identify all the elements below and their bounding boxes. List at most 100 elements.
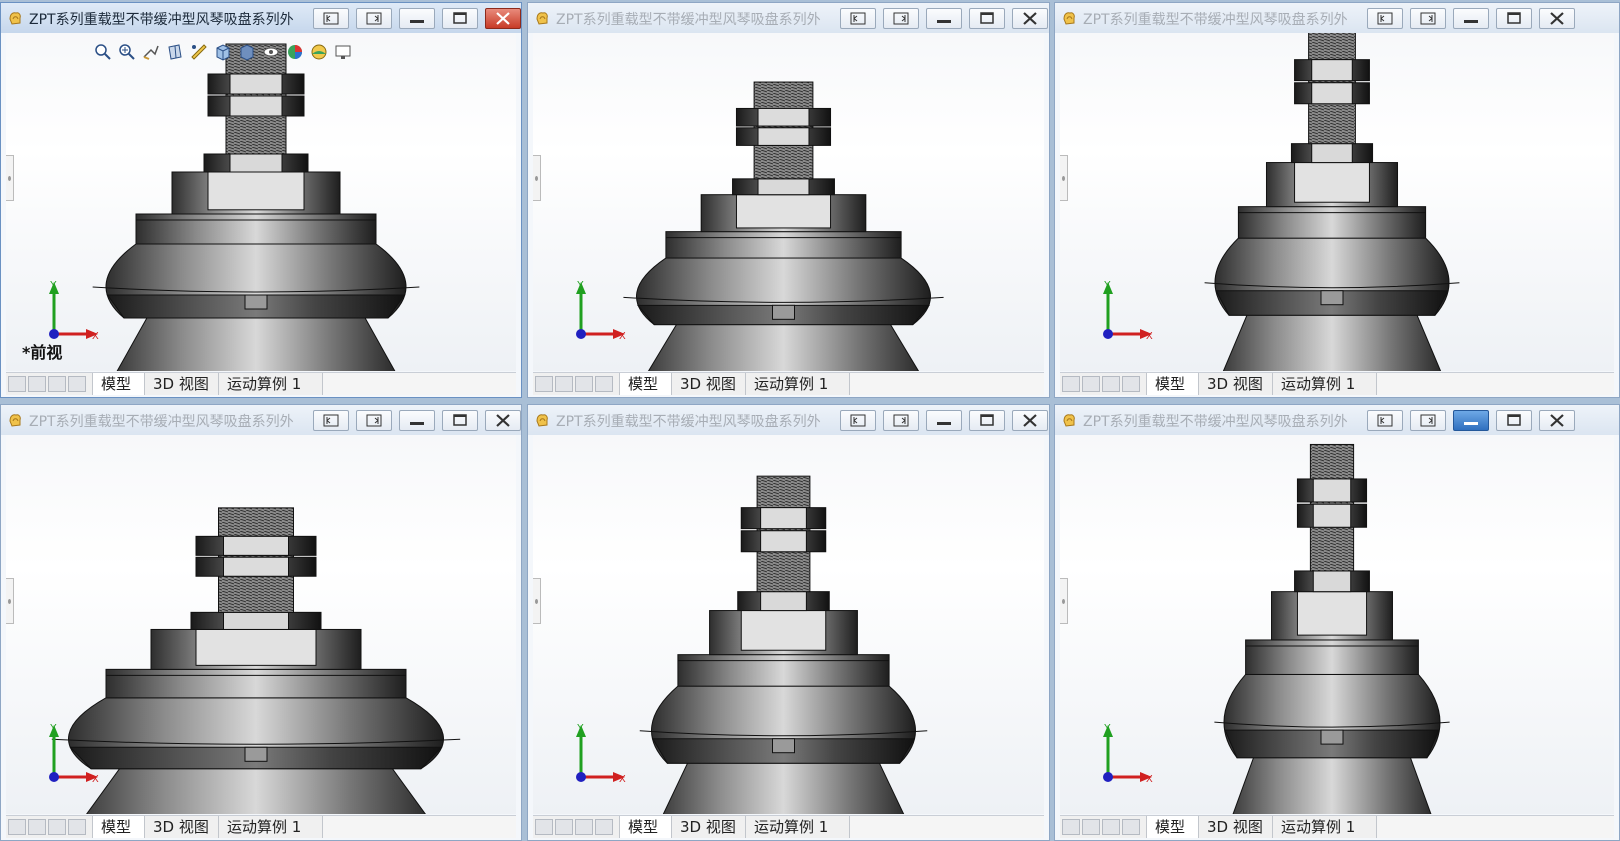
minimize-button[interactable] <box>1453 410 1489 431</box>
section-view-icon[interactable] <box>165 42 185 62</box>
last-tab-button[interactable] <box>68 819 86 835</box>
tab-motion-study[interactable]: 运动算例 1 <box>1272 816 1376 838</box>
tab-3d-view[interactable]: 3D 视图 <box>671 373 745 395</box>
view-orientation-icon[interactable] <box>213 42 233 62</box>
previous-view-icon[interactable] <box>141 42 161 62</box>
tile-left-button[interactable] <box>840 8 876 29</box>
feature-manager-flyout-tab[interactable] <box>1060 155 1068 201</box>
next-tab-button[interactable] <box>575 819 593 835</box>
previous-tab-button[interactable] <box>28 819 46 835</box>
first-tab-button[interactable] <box>8 819 26 835</box>
zoom-to-area-icon[interactable] <box>117 42 137 62</box>
previous-tab-button[interactable] <box>28 376 46 392</box>
tab-3d-view[interactable]: 3D 视图 <box>1198 373 1272 395</box>
tab-model[interactable]: 模型 <box>619 373 671 395</box>
minimize-button[interactable] <box>926 410 962 431</box>
close-button[interactable] <box>485 410 521 431</box>
first-tab-button[interactable] <box>8 376 26 392</box>
window-titlebar[interactable]: ZPT系列重载型不带缓冲型风琴吸盘系列外 <box>1 405 521 435</box>
close-button[interactable] <box>1012 8 1048 29</box>
tile-right-button[interactable] <box>883 8 919 29</box>
tab-3d-view[interactable]: 3D 视图 <box>144 816 218 838</box>
tab-model[interactable]: 模型 <box>92 816 144 838</box>
tile-right-button[interactable] <box>1410 410 1446 431</box>
feature-manager-flyout-tab[interactable] <box>533 577 541 624</box>
document-window-3[interactable]: ZPT系列重载型不带缓冲型风琴吸盘系列外 Y X 模型 3D 视图 运动算例 1 <box>1054 2 1620 398</box>
window-titlebar[interactable]: ZPT系列重载型不带缓冲型风琴吸盘系列外 <box>1 3 521 33</box>
minimize-button[interactable] <box>1453 8 1489 29</box>
restore-button[interactable] <box>442 410 478 431</box>
tile-right-button[interactable] <box>883 410 919 431</box>
window-titlebar[interactable]: ZPT系列重载型不带缓冲型风琴吸盘系列外 <box>1055 405 1619 435</box>
close-button[interactable] <box>485 8 521 29</box>
zoom-to-fit-icon[interactable] <box>93 42 113 62</box>
tile-right-button[interactable] <box>1410 8 1446 29</box>
apply-scene-icon[interactable] <box>309 42 329 62</box>
tile-right-button[interactable] <box>356 8 392 29</box>
restore-button[interactable] <box>442 8 478 29</box>
previous-tab-button[interactable] <box>555 819 573 835</box>
previous-tab-button[interactable] <box>555 376 573 392</box>
tab-motion-study[interactable]: 运动算例 1 <box>218 816 322 838</box>
last-tab-button[interactable] <box>595 819 613 835</box>
tile-left-button[interactable] <box>313 8 349 29</box>
display-style-icon[interactable] <box>237 42 257 62</box>
graphics-area[interactable]: Y X <box>1060 33 1614 371</box>
tab-model[interactable]: 模型 <box>1146 816 1198 838</box>
document-window-6[interactable]: ZPT系列重载型不带缓冲型风琴吸盘系列外 Y X 模型 3D 视图 运动算例 1 <box>1054 404 1620 841</box>
tab-3d-view[interactable]: 3D 视图 <box>671 816 745 838</box>
graphics-area[interactable]: Y X *前视 <box>6 33 516 371</box>
graphics-area[interactable]: Y X <box>6 435 516 814</box>
close-button[interactable] <box>1012 410 1048 431</box>
tile-left-button[interactable] <box>1367 410 1403 431</box>
minimize-button[interactable] <box>926 8 962 29</box>
tab-model[interactable]: 模型 <box>1146 373 1198 395</box>
tab-3d-view[interactable]: 3D 视图 <box>1198 816 1272 838</box>
feature-manager-flyout-tab[interactable] <box>533 155 541 201</box>
feature-manager-flyout-tab[interactable] <box>6 155 14 201</box>
next-tab-button[interactable] <box>1102 376 1120 392</box>
next-tab-button[interactable] <box>48 819 66 835</box>
tile-right-button[interactable] <box>356 410 392 431</box>
tile-left-button[interactable] <box>313 410 349 431</box>
window-titlebar[interactable]: ZPT系列重载型不带缓冲型风琴吸盘系列外 <box>528 405 1049 435</box>
previous-tab-button[interactable] <box>1082 376 1100 392</box>
document-window-4[interactable]: ZPT系列重载型不带缓冲型风琴吸盘系列外 Y X 模型 3D 视图 运动算例 1 <box>0 404 522 841</box>
first-tab-button[interactable] <box>1062 819 1080 835</box>
restore-button[interactable] <box>969 410 1005 431</box>
minimize-button[interactable] <box>399 410 435 431</box>
restore-button[interactable] <box>1496 410 1532 431</box>
restore-button[interactable] <box>1496 8 1532 29</box>
first-tab-button[interactable] <box>1062 376 1080 392</box>
tab-model[interactable]: 模型 <box>619 816 671 838</box>
restore-button[interactable] <box>969 8 1005 29</box>
last-tab-button[interactable] <box>1122 819 1140 835</box>
first-tab-button[interactable] <box>535 819 553 835</box>
previous-tab-button[interactable] <box>1082 819 1100 835</box>
window-titlebar[interactable]: ZPT系列重载型不带缓冲型风琴吸盘系列外 <box>1055 3 1619 33</box>
tab-motion-study[interactable]: 运动算例 1 <box>1272 373 1376 395</box>
tab-motion-study[interactable]: 运动算例 1 <box>745 816 849 838</box>
graphics-area[interactable]: Y X <box>533 435 1044 814</box>
minimize-button[interactable] <box>399 8 435 29</box>
feature-manager-flyout-tab[interactable] <box>1060 577 1068 624</box>
tab-motion-study[interactable]: 运动算例 1 <box>218 373 322 395</box>
next-tab-button[interactable] <box>48 376 66 392</box>
tab-3d-view[interactable]: 3D 视图 <box>144 373 218 395</box>
view-settings-icon[interactable] <box>333 42 353 62</box>
graphics-area[interactable]: Y X <box>1060 435 1614 814</box>
window-titlebar[interactable]: ZPT系列重载型不带缓冲型风琴吸盘系列外 <box>528 3 1049 33</box>
document-window-2[interactable]: ZPT系列重载型不带缓冲型风琴吸盘系列外 Y X 模型 3D 视图 运动算例 1 <box>527 2 1050 398</box>
last-tab-button[interactable] <box>595 376 613 392</box>
tile-left-button[interactable] <box>1367 8 1403 29</box>
document-window-1[interactable]: ZPT系列重载型不带缓冲型风琴吸盘系列外 Y X *前视 模型 3D 视图 运动… <box>0 2 522 398</box>
edit-appearance-icon[interactable] <box>285 42 305 62</box>
next-tab-button[interactable] <box>1102 819 1120 835</box>
tab-motion-study[interactable]: 运动算例 1 <box>745 373 849 395</box>
last-tab-button[interactable] <box>68 376 86 392</box>
close-button[interactable] <box>1539 410 1575 431</box>
close-button[interactable] <box>1539 8 1575 29</box>
tab-model[interactable]: 模型 <box>92 373 144 395</box>
dynamic-annotation-icon[interactable] <box>189 42 209 62</box>
tile-left-button[interactable] <box>840 410 876 431</box>
